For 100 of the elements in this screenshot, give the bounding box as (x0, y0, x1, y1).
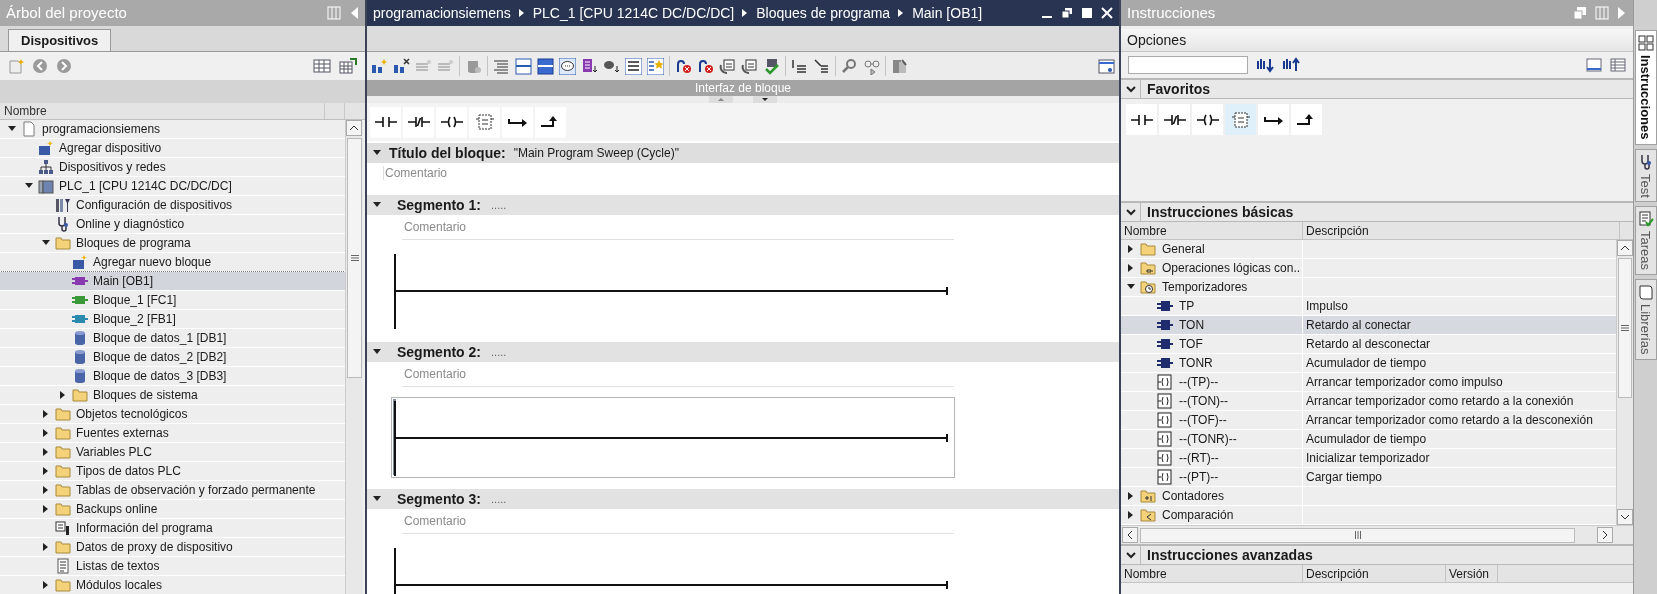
section-header[interactable]: Favoritos (1121, 78, 1633, 99)
table-export-icon[interactable] (339, 58, 357, 74)
expanded-arrow-icon[interactable] (42, 239, 50, 247)
search-icon[interactable] (841, 57, 858, 75)
breadcrumb-item[interactable]: programacionsiemens (373, 2, 511, 24)
new-network-icon[interactable] (371, 57, 388, 75)
maximize-icon[interactable] (1081, 7, 1093, 19)
table-icon[interactable] (313, 58, 331, 74)
column-header[interactable]: Descripción (1303, 565, 1446, 582)
scrollbar-thumb[interactable] (1618, 258, 1632, 398)
window-icon[interactable] (515, 57, 532, 75)
expanded-arrow-icon[interactable] (8, 125, 16, 133)
breadcrumb-item[interactable]: Bloques de programa (756, 2, 891, 24)
undo-call-icon[interactable] (697, 57, 714, 75)
tree-item[interactable]: Tablas de observación y forzado permanente (0, 481, 345, 500)
expanded-arrow-icon[interactable] (1127, 283, 1135, 291)
collapsed-arrow-icon[interactable] (1127, 492, 1135, 500)
expanded-arrow-icon[interactable] (373, 495, 381, 503)
comment-field[interactable]: Comentario (402, 218, 954, 240)
tree-item[interactable]: Listas de textos (0, 557, 345, 576)
column-header[interactable]: Versión (1446, 565, 1498, 582)
collapsed-arrow-icon[interactable] (59, 391, 67, 399)
list-download-icon[interactable] (581, 57, 598, 75)
glasses-icon[interactable] (863, 57, 880, 75)
table-row[interactable]: TOF Retardo al desconectar (1121, 335, 1616, 354)
favorite-list-icon[interactable] (647, 57, 664, 75)
table-row[interactable]: TONR Acumulador de tiempo (1121, 354, 1616, 373)
sort-up-icon[interactable] (1282, 57, 1300, 73)
instruction-button[interactable] (535, 106, 566, 138)
window-icon[interactable] (537, 57, 554, 75)
scroll-down-icon[interactable] (1617, 509, 1633, 525)
instruction-button[interactable] (1126, 104, 1157, 135)
scroll-up-icon[interactable] (1617, 240, 1633, 256)
instruction-button[interactable] (1159, 104, 1190, 135)
monitor-icon[interactable] (741, 57, 758, 75)
tree-item[interactable]: Agregar nuevo bloque (0, 253, 345, 272)
table-row[interactable]: TON Retardo al conectar (1121, 316, 1616, 335)
section-header[interactable]: Instrucciones avanzadas (1121, 544, 1633, 565)
side-tab[interactable]: Librerías (1634, 279, 1657, 360)
section-header[interactable]: Instrucciones básicas (1121, 201, 1633, 222)
column-header[interactable]: Nombre (1121, 222, 1303, 239)
tree-item[interactable]: Bloque de datos_3 [DB3] (0, 367, 345, 386)
splitter-up-icon[interactable] (709, 96, 733, 103)
single-pane-icon[interactable] (1586, 58, 1602, 72)
side-tab[interactable]: Tareas (1634, 206, 1657, 276)
table-row[interactable]: --(TP)-- Arrancar temporizador como impulso (1121, 373, 1616, 392)
tree-item[interactable]: programacionsiemens (0, 120, 345, 139)
scroll-up-icon[interactable] (346, 120, 362, 136)
comment-icon[interactable] (559, 57, 576, 75)
pages-icon[interactable] (891, 57, 908, 75)
column-header[interactable]: Descripción (1303, 222, 1620, 239)
tree-item[interactable]: Dispositivos y redes (0, 158, 345, 177)
branch-icon[interactable] (813, 57, 830, 75)
table-row[interactable]: Contadores (1121, 487, 1616, 506)
column-header[interactable]: Nombre (1121, 565, 1303, 582)
panel-tab[interactable]: Dispositivos (8, 29, 112, 51)
expanded-arrow-icon[interactable] (373, 348, 381, 356)
tree-item[interactable]: PLC_1 [CPU 1214C DC/DC/DC] (0, 177, 345, 196)
tree-item[interactable]: Bloque de datos_1 [DB1] (0, 329, 345, 348)
tree-item[interactable]: Bloques de programa (0, 234, 345, 253)
instruction-button[interactable] (1192, 104, 1223, 135)
collapsed-arrow-icon[interactable] (42, 429, 50, 437)
tree-item[interactable]: Agregar dispositivo (0, 139, 345, 158)
table-row[interactable]: General (1121, 240, 1616, 259)
forward-icon[interactable] (56, 58, 72, 74)
table-row[interactable]: Operaciones lógicas con.. (1121, 259, 1616, 278)
chevron-down-icon[interactable] (1124, 549, 1137, 561)
table-row[interactable]: --(TONR)-- Acumulador de tiempo (1121, 430, 1616, 449)
breadcrumb-item[interactable]: Main [OB1] (912, 2, 983, 24)
expanded-arrow-icon[interactable] (373, 201, 381, 209)
collapsed-arrow-icon[interactable] (1127, 511, 1135, 519)
collapsed-arrow-icon[interactable] (42, 467, 50, 475)
chevron-down-icon[interactable] (1124, 206, 1137, 218)
expanded-arrow-icon[interactable] (25, 182, 33, 190)
tree-item[interactable]: Bloque de datos_2 [DB2] (0, 348, 345, 367)
comment-field[interactable]: Comentario (383, 166, 448, 180)
tree-item[interactable]: Datos de proxy de dispositivo (0, 538, 345, 557)
tree-item[interactable]: Tipos de datos PLC (0, 462, 345, 481)
comment-field[interactable]: Comentario (402, 365, 954, 387)
collapsed-arrow-icon[interactable] (1127, 264, 1135, 272)
instruction-button[interactable] (403, 106, 434, 138)
collapsed-arrow-icon[interactable] (42, 486, 50, 494)
restore-icon[interactable] (1061, 7, 1073, 19)
scrollbar-thumb[interactable] (1140, 527, 1575, 543)
instruction-button[interactable] (502, 106, 533, 138)
expanded-arrow-icon[interactable] (373, 149, 381, 157)
table-row[interactable]: TP Impulso (1121, 297, 1616, 316)
check-block-icon[interactable] (763, 57, 780, 75)
table-row[interactable]: --(TON)-- Arrancar temporizador como retardo a la conexión (1121, 392, 1616, 411)
align-left-icon[interactable] (493, 57, 510, 75)
breadcrumb-item[interactable]: PLC_1 [CPU 1214C DC/DC/DC] (532, 2, 735, 24)
back-icon[interactable] (32, 58, 48, 74)
table-row[interactable]: Comparación (1121, 506, 1616, 525)
scroll-right-icon[interactable] (1597, 527, 1613, 543)
collapsed-arrow-icon[interactable] (42, 581, 50, 589)
tree-item[interactable]: Variables PLC (0, 443, 345, 462)
comment-field[interactable]: Comentario (402, 512, 954, 534)
table-row[interactable]: --(PT)-- Cargar tiempo (1121, 468, 1616, 487)
instruction-button[interactable] (1258, 104, 1289, 135)
indent-list-icon[interactable] (791, 57, 808, 75)
